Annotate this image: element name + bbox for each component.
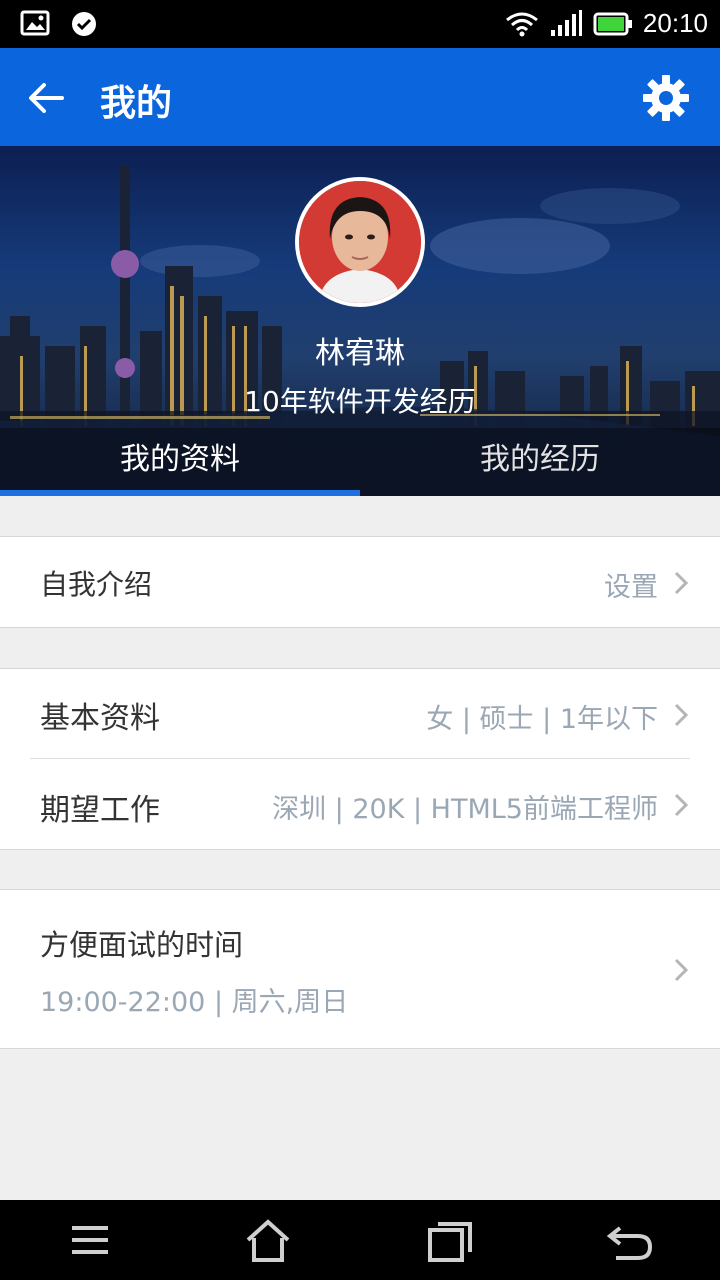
battery-icon: [593, 12, 632, 35]
interview-time-label: 方便面试的时间: [40, 928, 244, 962]
interview-section: 方便面试的时间 19:00-22:00 | 周六,周日: [0, 889, 720, 1049]
avatar[interactable]: [295, 177, 425, 307]
basic-info-row[interactable]: 基本资料 女 | 硕士 | 1年以下: [0, 669, 720, 759]
intro-label: 自我介绍: [40, 568, 153, 601]
check-circle-icon: [72, 12, 96, 36]
intro-row[interactable]: 自我介绍 设置: [0, 537, 720, 627]
status-time: 20:10: [642, 8, 708, 38]
profile-header: 林宥琳 10年软件开发经历 我的资料 我的经历: [0, 146, 720, 496]
signal-icon: [550, 9, 582, 36]
wifi-icon: [505, 12, 538, 36]
basic-info-label: 基本资料: [40, 701, 160, 736]
active-tab-indicator: [0, 490, 360, 496]
basic-info-value: 女 | 硕士 | 1年以下: [426, 704, 658, 735]
tab-my-profile[interactable]: 我的资料: [0, 428, 360, 496]
app-bar: 我的: [0, 48, 720, 146]
chevron-right-icon: [674, 703, 689, 727]
profile-tabs: 我的资料 我的经历: [0, 428, 720, 496]
gear-icon[interactable]: [642, 74, 690, 122]
image-icon: [20, 10, 50, 36]
intro-value: 设置: [604, 572, 658, 603]
info-section: 基本资料 女 | 硕士 | 1年以下 期望工作 深圳 | 20K | HTML5…: [0, 668, 720, 850]
chevron-right-icon: [674, 571, 689, 595]
chevron-right-icon: [674, 793, 689, 817]
page-title: 我的: [100, 83, 173, 124]
system-nav-bar: [0, 1200, 720, 1280]
back-arrow-icon[interactable]: [606, 1218, 654, 1264]
recents-icon[interactable]: [426, 1218, 474, 1264]
interview-time-value: 19:00-22:00 | 周六,周日: [40, 987, 349, 1018]
intro-section: 自我介绍 设置: [0, 536, 720, 628]
expected-job-value: 深圳 | 20K | HTML5前端工程师: [272, 794, 658, 825]
tab-my-experience[interactable]: 我的经历: [360, 428, 720, 496]
expected-job-label: 期望工作: [40, 793, 160, 828]
profile-experience: 10年软件开发经历: [244, 385, 476, 418]
profile-photo: [299, 181, 421, 303]
back-arrow-icon[interactable]: [26, 78, 66, 118]
chevron-right-icon: [674, 958, 689, 982]
status-bar: 20:10: [0, 0, 720, 48]
menu-icon[interactable]: [68, 1218, 116, 1264]
expected-job-row[interactable]: 期望工作 深圳 | 20K | HTML5前端工程师: [0, 759, 720, 849]
profile-name: 林宥琳: [315, 336, 405, 371]
home-icon[interactable]: [244, 1218, 292, 1264]
interview-time-row[interactable]: 方便面试的时间 19:00-22:00 | 周六,周日: [0, 890, 720, 1048]
